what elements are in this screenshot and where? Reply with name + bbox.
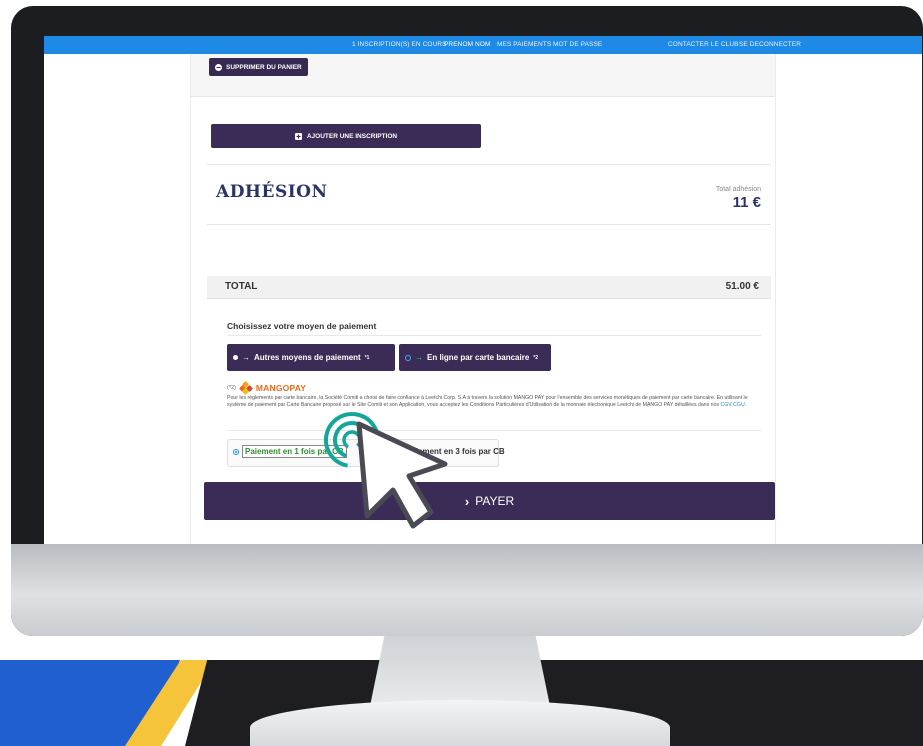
chevron-right-icon: › [464, 493, 470, 509]
adhesion-total-label: Total adhésion [715, 186, 761, 193]
other-payment-methods-button[interactable]: → Autres moyens de paiement *1 [227, 344, 395, 371]
top-nav-bar: 1 INSCRIPTION(S) EN COURS PRENOM NOM MES… [44, 36, 922, 54]
divider [227, 335, 761, 336]
pay-button-label: PAYER [475, 494, 515, 508]
plus-square-icon [294, 132, 302, 140]
checkout-panel: SUPPRIMER DU PANIER AJOUTER UNE INSCRIPT… [190, 54, 776, 544]
nav-contact-link[interactable]: CONTACTER LE CLUB [668, 41, 739, 48]
remove-from-cart-button[interactable]: SUPPRIMER DU PANIER [209, 58, 308, 76]
order-total-label: TOTAL [225, 281, 258, 292]
cart-item-card: SUPPRIMER DU PANIER [191, 54, 775, 97]
monitor-chin [11, 544, 923, 636]
online-card-payment-label: En ligne par carte bancaire [427, 353, 530, 362]
monitor-stand-foot [250, 700, 670, 746]
payment-method-heading: Choisissez votre moyen de paiement [227, 321, 377, 331]
order-total-value: 51.00 € [725, 281, 759, 292]
order-total-row: TOTAL 51.00 € [207, 276, 771, 299]
other-payment-methods-footnote: *1 [364, 354, 370, 361]
other-payment-methods-label: Autres moyens de paiement [254, 353, 361, 362]
cgv-cgu-link[interactable]: CGV CGU. [721, 402, 747, 408]
monitor-stand-neck [370, 636, 550, 706]
divider [207, 164, 771, 165]
pay-button[interactable]: › PAYER [204, 482, 775, 520]
arrow-right-icon: → [415, 353, 423, 362]
unselected-dot-icon [233, 355, 238, 360]
divider [207, 224, 771, 225]
online-card-payment-footnote: *2 [533, 354, 538, 361]
minus-circle-icon [215, 63, 222, 71]
adhesion-total-value: 11 € [732, 194, 761, 211]
legal-text: Pour les règlements par carte bancaire, … [227, 395, 748, 408]
add-inscription-label: AJOUTER UNE INSCRIPTION [306, 132, 398, 140]
arrow-right-icon: → [242, 353, 250, 362]
mangopay-logo-icon [238, 380, 253, 396]
mangopay-brand: (*2) MANGOPAY [227, 380, 307, 396]
installment-1x-radio[interactable] [233, 449, 239, 455]
nav-user-link[interactable]: PRENOM NOM [444, 41, 491, 48]
selected-ring-icon [405, 354, 411, 361]
online-card-payment-button[interactable]: → En ligne par carte bancaire *2 [399, 344, 551, 371]
adhesion-title: ADHÉSION [216, 182, 328, 202]
remove-from-cart-label: SUPPRIMER DU PANIER [226, 63, 302, 71]
payment-legal-text: Pour les règlements par carte bancaire, … [227, 395, 767, 409]
mouse-pointer-icon [356, 421, 448, 529]
monitor-frame: 1 INSCRIPTION(S) EN COURS PRENOM NOM MES… [11, 6, 923, 636]
nav-logout-link[interactable]: SE DECONNECTER [739, 41, 801, 48]
add-inscription-button[interactable]: AJOUTER UNE INSCRIPTION [211, 124, 481, 148]
mangopay-logo-text: MANGOPAY [255, 383, 307, 393]
mangopay-footnote: (*2) [227, 385, 236, 391]
nav-inscriptions-link[interactable]: 1 INSCRIPTION(S) EN COURS [352, 41, 447, 48]
nav-payments-link[interactable]: MES PAIEMENTS [497, 41, 551, 48]
nav-password-link[interactable]: MOT DE PASSE [553, 41, 602, 48]
divider [227, 430, 761, 431]
screen: 1 INSCRIPTION(S) EN COURS PRENOM NOM MES… [44, 36, 922, 544]
